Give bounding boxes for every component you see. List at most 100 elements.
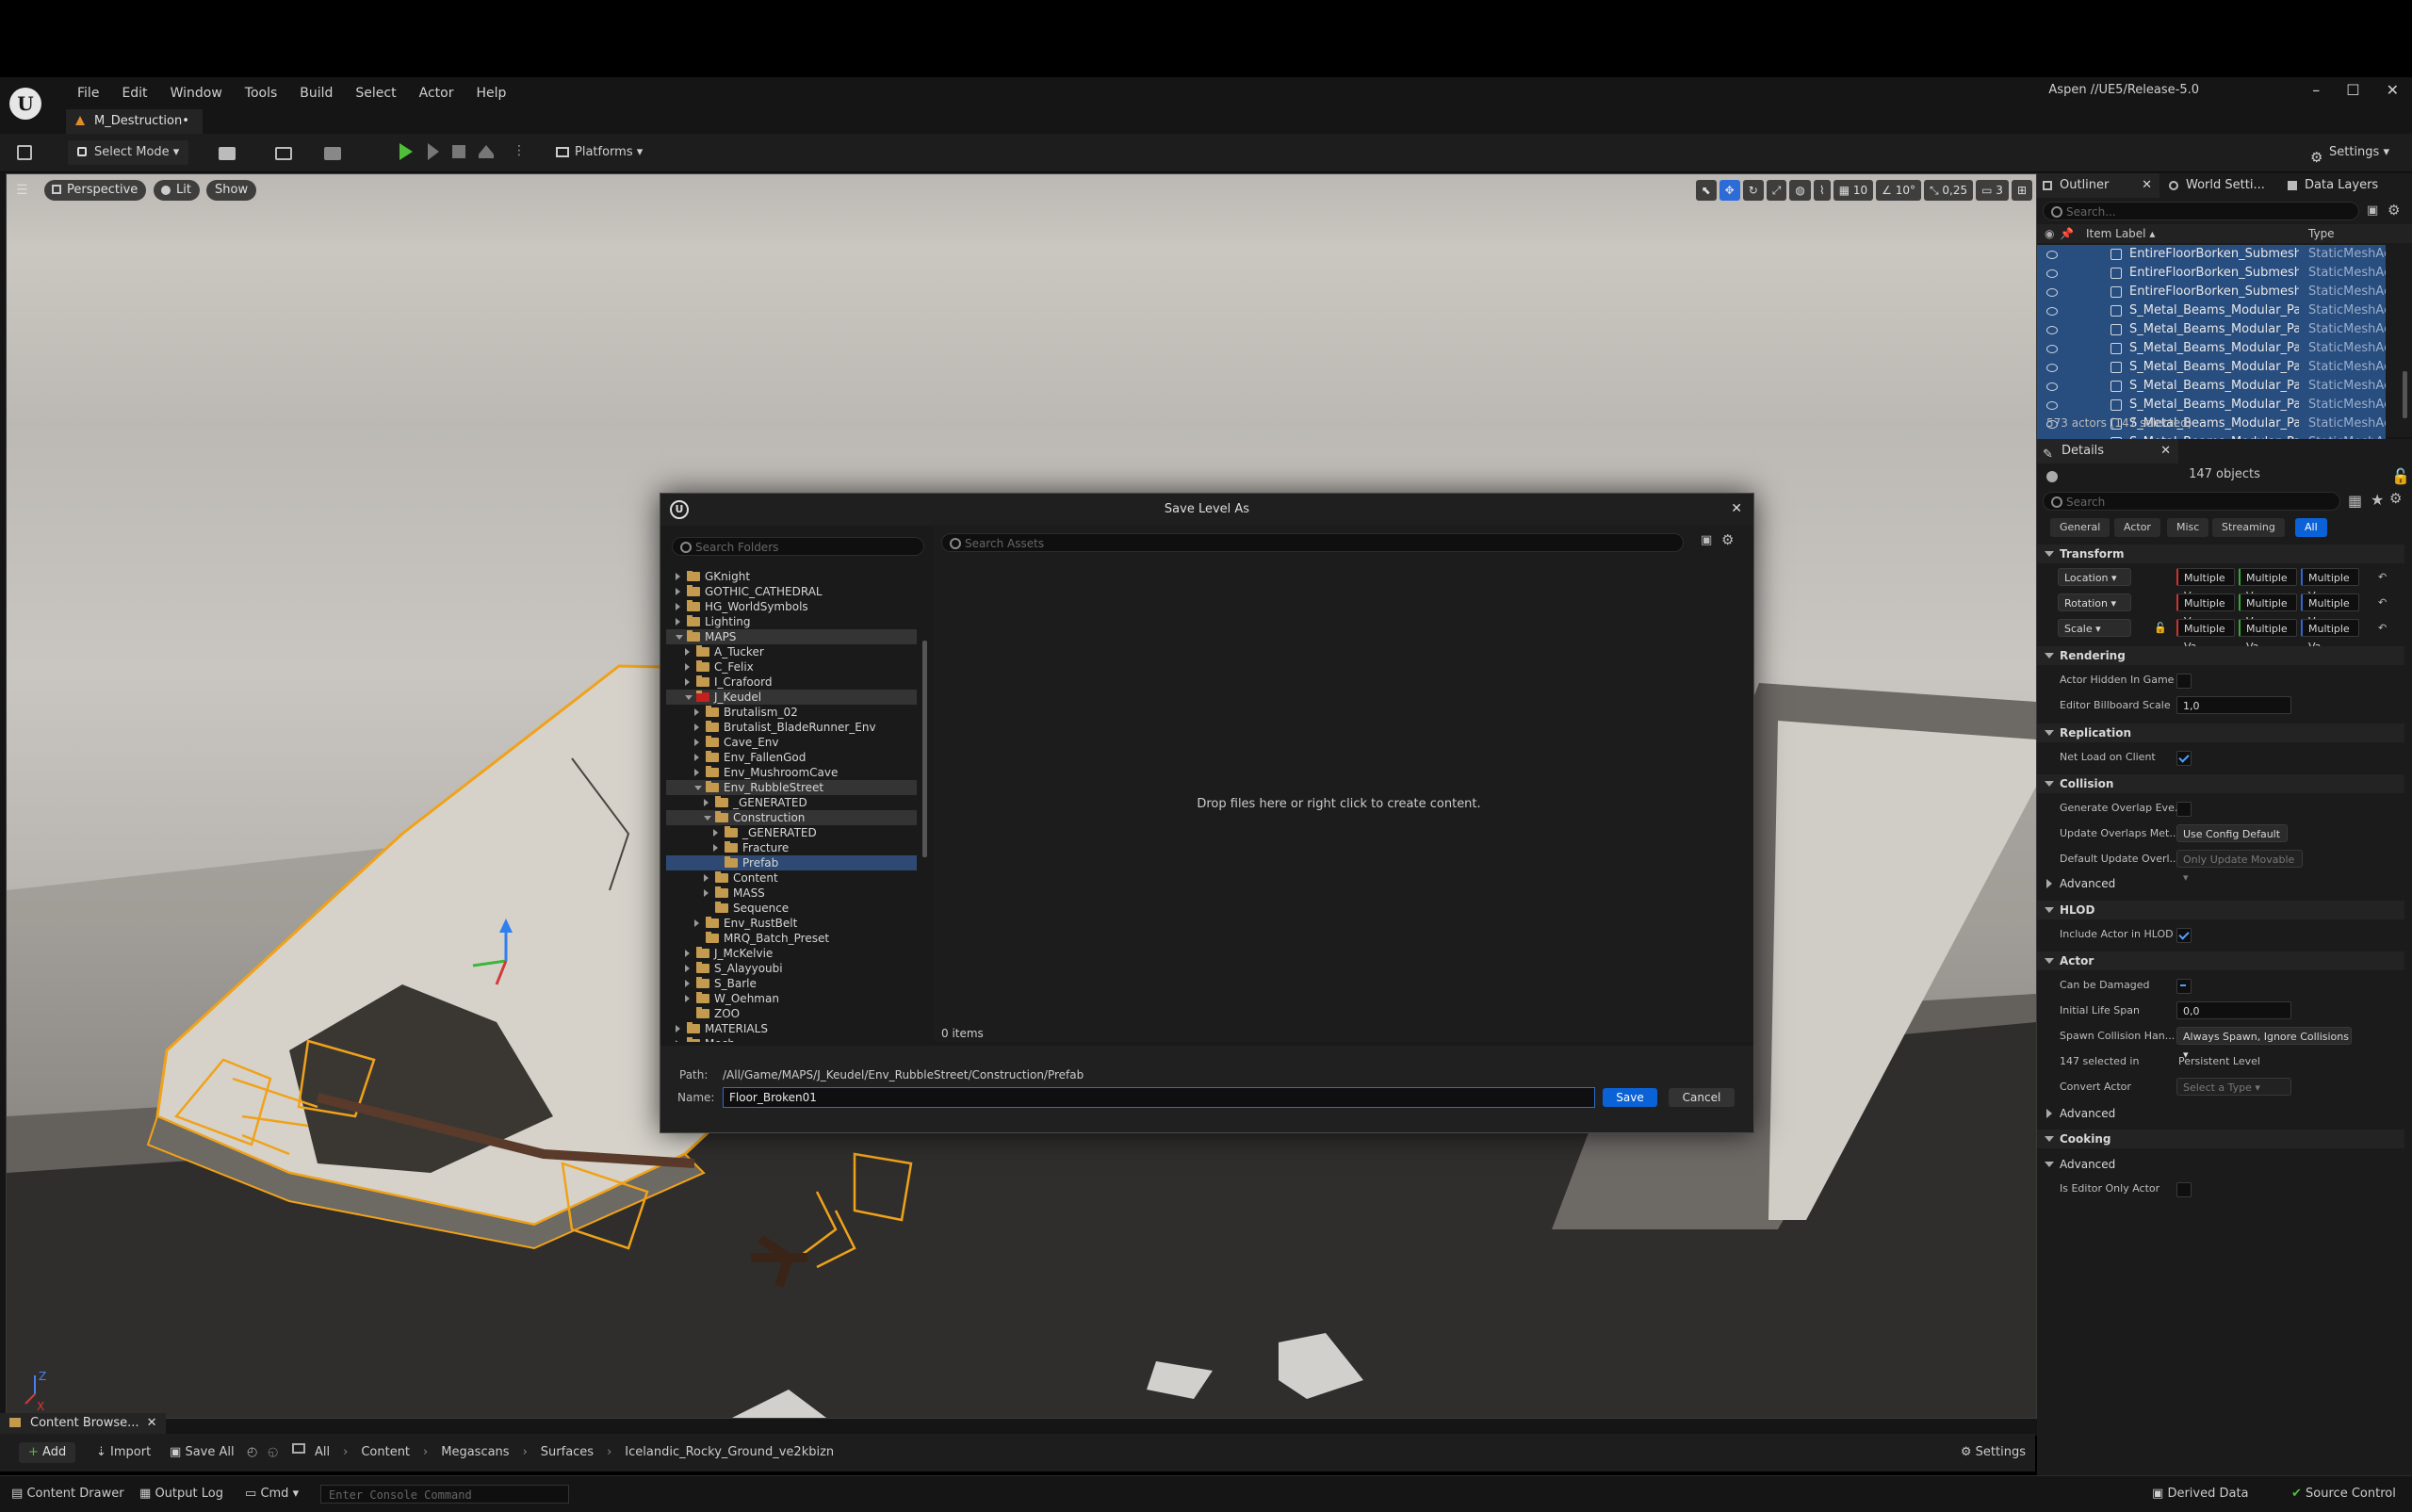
eye-icon[interactable] bbox=[2046, 345, 2058, 353]
view-mode-button[interactable]: Lit bbox=[154, 180, 200, 201]
reset-icon[interactable]: ↶ bbox=[2378, 616, 2387, 641]
initial-life-span-field[interactable]: 0,0 bbox=[2176, 1001, 2291, 1019]
folder-tree-item[interactable]: Content bbox=[666, 870, 917, 886]
section-collision-advanced[interactable]: Advanced bbox=[2037, 874, 2404, 893]
menu-edit[interactable]: Edit bbox=[110, 83, 158, 104]
chevron-right-icon[interactable] bbox=[694, 754, 699, 761]
folder-tree-item[interactable]: MAPS bbox=[666, 629, 917, 644]
cmd-dropdown[interactable]: ▭ Cmd ▾ bbox=[245, 1484, 299, 1504]
world-space-icon[interactable]: ◍ bbox=[1789, 180, 1811, 201]
filter-streaming[interactable]: Streaming bbox=[2212, 518, 2285, 537]
details-search-input[interactable]: Search bbox=[2043, 492, 2340, 511]
reset-icon[interactable]: ↶ bbox=[2378, 591, 2387, 615]
location-y-field[interactable]: Multiple Va bbox=[2239, 568, 2297, 602]
chevron-right-icon[interactable] bbox=[685, 678, 690, 686]
folder-tree-item[interactable]: S_Barle bbox=[666, 976, 917, 991]
gear-icon[interactable]: ⚙ bbox=[2388, 202, 2400, 219]
tab-outliner[interactable]: Outliner ✕ bbox=[2037, 173, 2159, 198]
minimize-icon[interactable]: – bbox=[2312, 81, 2320, 99]
folder-tree-item[interactable]: Env_RustBelt bbox=[666, 916, 917, 931]
surface-snap-icon[interactable]: ⌇ bbox=[1813, 180, 1831, 201]
lock-icon[interactable]: 🔓 bbox=[2154, 616, 2167, 641]
can-be-damaged-checkbox[interactable] bbox=[2176, 979, 2192, 994]
chevron-down-icon[interactable] bbox=[685, 695, 693, 700]
chevron-right-icon[interactable] bbox=[704, 889, 709, 897]
folder-tree-item[interactable]: MRQ_Batch_Preset bbox=[666, 931, 917, 946]
spawn-collision-dropdown[interactable]: Always Spawn, Ignore Collisions ▾ bbox=[2176, 1027, 2352, 1061]
chevron-right-icon[interactable] bbox=[694, 723, 699, 731]
outliner-row[interactable]: EntireFloorBorken_Submesh_F StaticMeshAct bbox=[2037, 264, 2386, 283]
viewport-menu-icon[interactable]: ☰ bbox=[16, 183, 28, 198]
rotation-y-field[interactable]: Multiple Va bbox=[2239, 593, 2297, 627]
folder-tree-item[interactable]: J_McKelvie bbox=[666, 946, 917, 961]
source-control-button[interactable]: ✔ Source Control bbox=[2291, 1484, 2396, 1504]
chevron-right-icon[interactable] bbox=[685, 965, 690, 972]
folder-tree-item[interactable]: _GENERATED bbox=[666, 825, 917, 840]
stop-icon[interactable] bbox=[452, 145, 465, 158]
menu-tools[interactable]: Tools bbox=[234, 83, 289, 104]
item-label-column[interactable]: Item Label ▴ bbox=[2086, 224, 2155, 243]
rotate-tool-icon[interactable]: ↻ bbox=[1742, 180, 1764, 201]
eye-icon[interactable] bbox=[2046, 288, 2058, 297]
folder-tree-item[interactable]: Brutalist_BladeRunner_Env bbox=[666, 720, 917, 735]
close-icon[interactable]: ✕ bbox=[2387, 81, 2399, 99]
folder-tree-item[interactable]: ZOO bbox=[666, 1006, 917, 1021]
close-icon[interactable]: ✕ bbox=[1731, 501, 1742, 516]
chevron-right-icon[interactable] bbox=[694, 919, 699, 927]
gear-icon[interactable]: ⚙ bbox=[2389, 490, 2402, 507]
chevron-down-icon[interactable] bbox=[704, 816, 711, 821]
chevron-right-icon[interactable] bbox=[685, 995, 690, 1002]
outliner-row[interactable]: S_Metal_Beams_Modular_Pack StaticMeshAct bbox=[2037, 339, 2386, 358]
type-column[interactable]: Type bbox=[2308, 224, 2335, 243]
menu-window[interactable]: Window bbox=[159, 83, 234, 104]
default-update-dropdown[interactable]: Only Update Movable ▾ bbox=[2176, 850, 2303, 884]
section-transform[interactable]: Transform bbox=[2037, 545, 2404, 563]
scale-mode-dropdown[interactable]: Scale ▾ bbox=[2058, 619, 2131, 637]
menu-file[interactable]: File bbox=[66, 83, 110, 104]
save-button[interactable]: Save bbox=[1603, 1088, 1657, 1107]
crumb-icelandic[interactable]: Icelandic_Rocky_Ground_ve2kbizn bbox=[625, 1445, 834, 1459]
folder-tree-item[interactable]: A_Tucker bbox=[666, 644, 917, 659]
section-hlod[interactable]: HLOD bbox=[2037, 901, 2404, 919]
outliner-row[interactable]: EntireFloorBorken_Submesh_F StaticMeshAct bbox=[2037, 283, 2386, 301]
rotation-snap-button[interactable]: ∠ 10° bbox=[1876, 180, 1921, 201]
folder-tree-item[interactable]: Lighting bbox=[666, 614, 917, 629]
section-cooking-advanced[interactable]: Advanced bbox=[2037, 1155, 2404, 1174]
chevron-right-icon[interactable] bbox=[685, 648, 690, 656]
folder-add-icon[interactable]: ▣ bbox=[2367, 203, 2378, 218]
search-assets-input[interactable]: Search Assets bbox=[941, 533, 1684, 552]
convert-actor-dropdown[interactable]: Select a Type ▾ bbox=[2176, 1078, 2291, 1096]
star-icon[interactable]: ★ bbox=[2371, 491, 2384, 509]
chevron-right-icon[interactable] bbox=[694, 769, 699, 776]
outliner-row[interactable]: S_Metal_Beams_Modular_Pack StaticMeshAct bbox=[2037, 301, 2386, 320]
folder-tree-item[interactable]: Env_MushroomCave bbox=[666, 765, 917, 780]
menu-actor[interactable]: Actor bbox=[408, 83, 465, 104]
grid-snap-button[interactable]: ▦ 10 bbox=[1833, 180, 1874, 201]
folder-tree-item[interactable]: Cave_Env bbox=[666, 735, 917, 750]
folder-tree-item[interactable]: S_Alayyoubi bbox=[666, 961, 917, 976]
eye-icon[interactable] bbox=[2046, 269, 2058, 278]
folder-tree-item[interactable]: I_Crafoord bbox=[666, 675, 917, 690]
folder-tree-item[interactable]: Env_FallenGod bbox=[666, 750, 917, 765]
chevron-right-icon[interactable] bbox=[704, 799, 709, 806]
chevron-right-icon[interactable] bbox=[676, 618, 680, 626]
chevron-right-icon[interactable] bbox=[676, 1040, 680, 1042]
folder-tree-item[interactable]: Prefab bbox=[666, 855, 917, 870]
eye-icon[interactable] bbox=[2046, 307, 2058, 316]
outliner-search-input[interactable]: Search... bbox=[2043, 202, 2359, 220]
filter-misc[interactable]: Misc bbox=[2167, 518, 2209, 537]
section-actor-advanced[interactable]: Advanced bbox=[2037, 1104, 2404, 1123]
folder-tree-item[interactable]: W_Oehman bbox=[666, 991, 917, 1006]
outliner-row[interactable]: EntireFloorBorken_Submesh_F StaticMeshAct bbox=[2037, 245, 2386, 264]
folder-icon[interactable] bbox=[292, 1443, 305, 1454]
chevron-right-icon[interactable] bbox=[713, 829, 718, 837]
unreal-logo[interactable]: U bbox=[9, 88, 41, 120]
folder-tree-item[interactable]: HG_WorldSymbols bbox=[666, 599, 917, 614]
eye-icon[interactable] bbox=[2046, 364, 2058, 372]
history-back-icon[interactable]: ◴ bbox=[247, 1442, 257, 1463]
add-button[interactable]: + Add bbox=[19, 1442, 76, 1463]
tab-data-layers[interactable]: Data Layers bbox=[2284, 173, 2378, 198]
folder-tree-item[interactable]: J_Keudel bbox=[666, 690, 917, 705]
gear-icon[interactable]: ⚙ bbox=[1721, 531, 1734, 548]
menu-help[interactable]: Help bbox=[464, 83, 517, 104]
